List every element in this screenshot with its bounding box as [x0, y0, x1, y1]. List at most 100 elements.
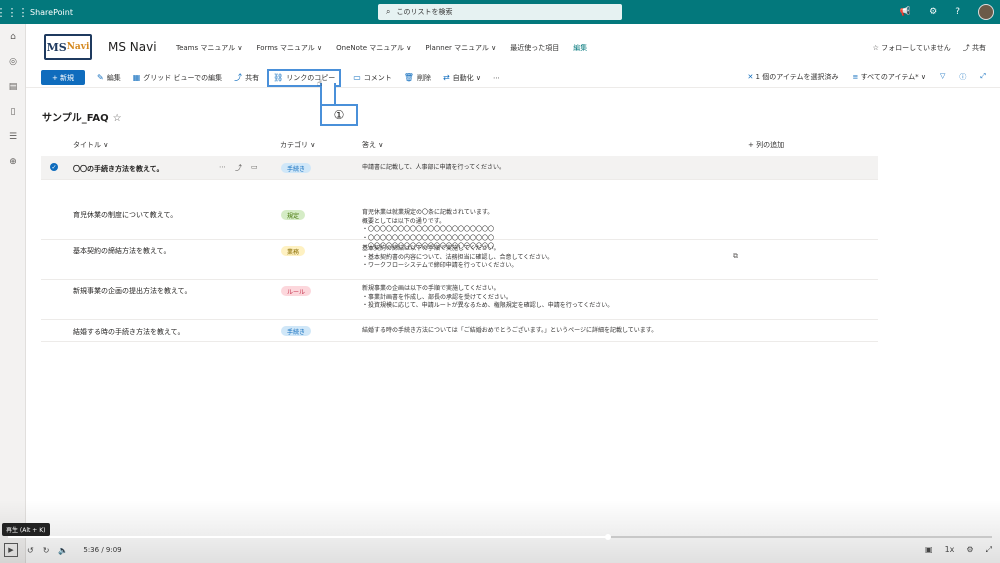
more-button[interactable]: ⋯ — [493, 74, 500, 82]
view-selector[interactable]: ≡ すべてのアイテム* ∨ — [853, 72, 926, 82]
left-rail: ⌂ ◎ ▤ ▯ ☰ ⊕ — [0, 24, 26, 563]
grid-edit-button[interactable]: ▦ グリッド ビューでの編集 — [133, 73, 222, 83]
answer-line: ・ワークフローシステムで締印申請を行っていください。 — [362, 262, 518, 269]
table-row[interactable]: 新規事業の企画の提出方法を教えて。 ルール 新規事業の企画は以下の手順で実施して… — [41, 280, 878, 320]
search-placeholder: このリストを検索 — [396, 8, 453, 16]
video-right-controls: ▣ 1x ⚙ ⤢ — [925, 545, 992, 555]
expand-icon[interactable]: ⤢ — [980, 72, 986, 82]
video-time: 5:36 / 9:09 — [83, 546, 122, 554]
list-title[interactable]: サンプル_FAQ — [42, 113, 109, 124]
forward-icon[interactable]: ↻ — [43, 546, 50, 555]
share-icon[interactable]: ⤴ — [235, 163, 242, 173]
favorite-star-icon[interactable]: ☆ — [113, 113, 122, 124]
share-command-button[interactable]: ⤴ 共有 — [234, 72, 259, 83]
grid-icon: ▦ — [132, 73, 141, 82]
share-button[interactable]: ⤴ 共有 — [963, 43, 986, 53]
column-header-title[interactable]: タイトル ∨ — [73, 140, 108, 150]
share-label: 共有 — [972, 44, 986, 52]
share-command-label: 共有 — [245, 73, 260, 82]
comment-button[interactable]: ▭ コメント — [353, 73, 392, 83]
row-title[interactable]: 結婚する時の手続き方法を教えて。 — [73, 327, 184, 337]
home-icon[interactable]: ⌂ — [0, 24, 26, 49]
file-icon[interactable]: ▯ — [0, 99, 26, 124]
link-icon: ⛓ — [273, 73, 284, 82]
answer-line: 新規事業の企画は以下の手順で実施してください。 — [362, 285, 500, 292]
add-column-button[interactable]: + 列の追加 — [748, 140, 784, 150]
table-row[interactable]: 結婚する時の手続き方法を教えて。 手続き 結婚する時の手続き方法については「ご結… — [41, 320, 878, 342]
new-button[interactable]: + 新規 — [41, 70, 85, 85]
comment-icon[interactable]: ▭ — [251, 163, 258, 173]
playback-speed[interactable]: 1x — [945, 545, 955, 555]
category-pill: 手続き — [281, 163, 312, 173]
more-icon[interactable]: ⋯ — [219, 163, 226, 173]
video-controls: ▶ ↺ ↻ 🔈 5:36 / 9:09 — [4, 543, 122, 557]
answer-line: 概要としては以下の通りです。 — [362, 217, 446, 225]
view-icon: ≡ — [852, 73, 861, 81]
list-title-row: サンプル_FAQ ☆ — [42, 109, 122, 124]
answer-line: ・〇〇〇〇〇〇〇〇〇〇〇〇〇〇〇〇〇〇〇〇〇 — [362, 226, 495, 233]
table-row[interactable]: 基本契約の締結方法を教えて。 業務 基本契約の締結は以下の手順で実施してください… — [41, 240, 878, 280]
grid-edit-label: グリッド ビューでの編集 — [143, 73, 223, 82]
delete-button[interactable]: 🗑 削除 — [404, 73, 431, 83]
row-title[interactable]: 育児休業の制度について教えて。 — [73, 210, 177, 220]
column-header-answer[interactable]: 答え ∨ — [362, 140, 383, 150]
pencil-icon: ✎ — [97, 73, 104, 82]
row-title[interactable]: 新規事業の企画の提出方法を教えて。 — [73, 286, 191, 296]
follow-button[interactable]: ☆ フォローしていません — [873, 43, 951, 53]
list-icon[interactable]: ☰ — [0, 124, 26, 149]
row-title[interactable]: 〇〇の手続き方法を教えて。 — [73, 164, 163, 174]
copy-link-label: リンクのコピー — [286, 73, 336, 82]
gear-icon[interactable]: ⚙ — [929, 7, 937, 17]
megaphone-icon[interactable]: 📢 — [900, 7, 911, 17]
avatar[interactable] — [978, 4, 994, 20]
row-title[interactable]: 基本契約の締結方法を教えて。 — [73, 246, 170, 256]
edit-label: 編集 — [106, 73, 121, 82]
row-answer: 基本契約の締結は以下の手順で実施してください。 ・基本契約書の内容について、法務… — [362, 245, 553, 271]
selection-status[interactable]: ✕ 1 個のアイテムを選択済み — [747, 72, 838, 82]
nav-item-teams[interactable]: Teams マニュアル ∨ — [176, 43, 243, 53]
volume-icon[interactable]: 🔈 — [58, 546, 68, 555]
automate-label: 自動化 ∨ — [452, 73, 482, 82]
fullscreen-icon[interactable]: ⤢ — [986, 545, 992, 555]
info-icon[interactable]: ⓘ — [959, 72, 966, 82]
play-icon[interactable]: ▶ — [4, 543, 18, 557]
answer-line: 申請書に記載して、人事部に申請を行ってください。 — [362, 164, 506, 171]
app-name[interactable]: SharePoint — [30, 8, 73, 17]
site-header: MS Navi MS Navi Teams マニュアル ∨ Forms マニュアル… — [26, 24, 1000, 68]
top-nav: Teams マニュアル ∨ Forms マニュアル ∨ OneNote マニュア… — [176, 43, 587, 53]
video-overlay — [0, 500, 1000, 563]
search-input[interactable]: ⌕ このリストを検索 — [378, 4, 622, 20]
add-circle-icon[interactable]: ⊕ — [0, 149, 26, 174]
table-row[interactable]: ✓ 〇〇の手続き方法を教えて。 ⋯ ⤴ ▭ 手続き 申請書に記載して、人事部に申… — [41, 156, 878, 180]
caption-icon[interactable]: ▣ — [925, 545, 933, 555]
nav-item-forms[interactable]: Forms マニュアル ∨ — [257, 43, 323, 53]
command-bar-right: ✕ 1 個のアイテムを選択済み ≡ すべてのアイテム* ∨ ▽ ⓘ ⤢ — [747, 72, 986, 82]
globe-icon[interactable]: ◎ — [0, 49, 26, 74]
answer-line: ・投資規模に応じて、申請ルートが異なるため、権限規定を確認し、申請を行ってくださ… — [362, 302, 614, 309]
column-header-category[interactable]: カテゴリ ∨ — [280, 140, 315, 150]
automate-button[interactable]: ⇄ 自動化 ∨ — [443, 73, 481, 83]
video-progress-bar[interactable] — [8, 534, 992, 540]
answer-line: ・基本契約書の内容について、法務担当に確認し、合意してください。 — [362, 253, 554, 261]
row-answer: 結婚する時の手続き方法については「ご結婚おめでとうございます。」というページに詳… — [362, 327, 657, 336]
edit-button[interactable]: ✎ 編集 — [97, 73, 121, 83]
category-pill: 業務 — [281, 246, 306, 256]
row-checked-icon[interactable]: ✓ — [50, 163, 58, 171]
suite-bar: ⋮⋮⋮ SharePoint ⌕ このリストを検索 📢 ⚙ ? — [0, 0, 1000, 24]
comment-label: コメント — [363, 73, 392, 82]
rewind-icon[interactable]: ↺ — [27, 546, 34, 555]
site-logo[interactable]: MS Navi — [44, 34, 92, 60]
app-launcher-icon[interactable]: ⋮⋮⋮ — [0, 0, 29, 24]
help-icon[interactable]: ? — [955, 7, 960, 17]
nav-item-edit[interactable]: 編集 — [573, 43, 587, 53]
nav-item-planner[interactable]: Planner マニュアル ∨ — [425, 43, 496, 53]
settings-icon[interactable]: ⚙ — [966, 545, 973, 555]
news-icon[interactable]: ▤ — [0, 74, 26, 99]
row-answer: 新規事業の企画は以下の手順で実施してください。 ・事業計画書を作成し、部長の承認… — [362, 285, 613, 311]
trash-icon: 🗑 — [403, 73, 414, 82]
filter-icon[interactable]: ▽ — [940, 72, 945, 82]
nav-item-onenote[interactable]: OneNote マニュアル ∨ — [336, 43, 411, 53]
site-name[interactable]: MS Navi — [108, 40, 157, 54]
table-row[interactable]: 育児休業の制度について教えて。 規定 育児休業は就業規定の〇条に記載されています… — [41, 180, 878, 260]
nav-item-recent[interactable]: 最近使った項目 — [510, 43, 559, 53]
